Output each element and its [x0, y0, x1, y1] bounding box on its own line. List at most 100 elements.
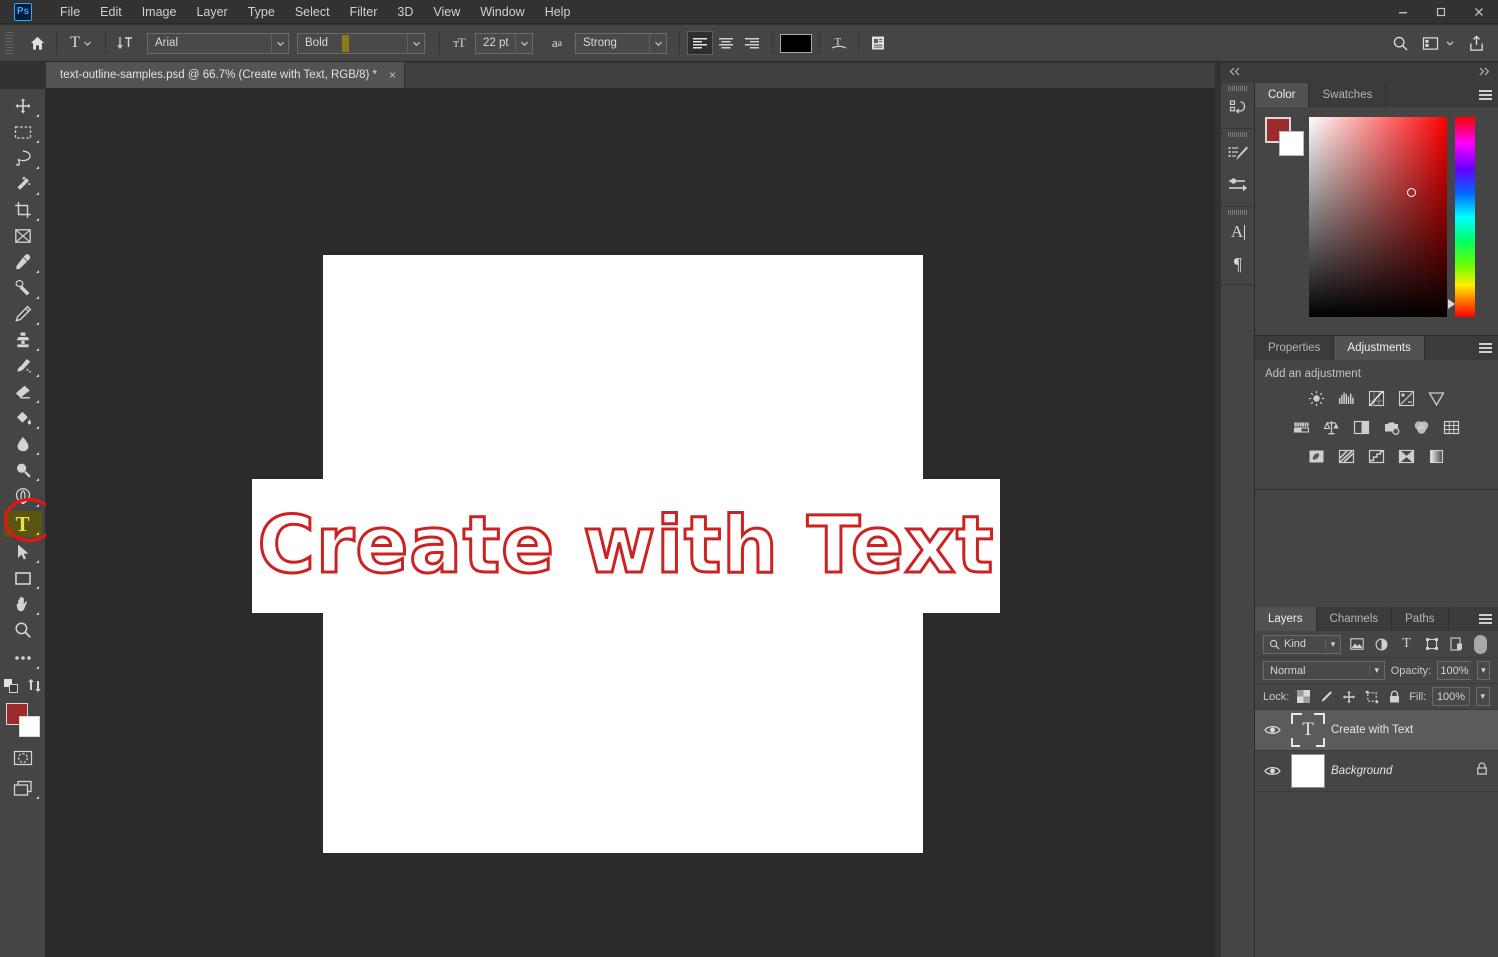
tab-adjustments[interactable]: Adjustments	[1334, 336, 1425, 360]
exposure-icon[interactable]	[1397, 388, 1417, 408]
color-panel-swatch-pair[interactable]	[1265, 117, 1304, 157]
clone-stamp-tool[interactable]	[4, 327, 42, 353]
brightness-contrast-icon[interactable]	[1307, 388, 1327, 408]
canvas-area[interactable]: Create with Text	[46, 89, 1215, 957]
lock-all-icon[interactable]	[1386, 687, 1403, 706]
filter-smart-object-icon[interactable]	[1447, 635, 1466, 654]
layer-visibility-icon[interactable]	[1259, 724, 1285, 736]
hue-slider-handle[interactable]	[1448, 299, 1455, 309]
channel-mixer-icon[interactable]	[1412, 417, 1432, 437]
menu-help[interactable]: Help	[535, 2, 581, 22]
gradient-tool[interactable]	[4, 405, 42, 431]
canvas-text-layer[interactable]: Create with Text	[252, 479, 1000, 613]
default-colors-icon[interactable]	[3, 678, 19, 699]
layer-filter-kind-select[interactable]: Kind ▾	[1263, 634, 1341, 654]
hue-saturation-icon[interactable]	[1292, 417, 1312, 437]
menu-layer[interactable]: Layer	[186, 2, 237, 22]
spot-healing-brush-tool[interactable]	[4, 275, 42, 301]
panel-menu-icon[interactable]	[1472, 83, 1498, 107]
character-panel-icon[interactable]: A	[1221, 216, 1255, 248]
font-size-select[interactable]: 22 pt	[475, 32, 533, 54]
layer-name[interactable]: Create with Text	[1331, 724, 1498, 736]
swap-colors-icon[interactable]	[27, 678, 42, 698]
filter-type-icon[interactable]: T	[1397, 635, 1416, 654]
hue-slider[interactable]	[1448, 117, 1475, 317]
expand-panels-icon[interactable]	[1478, 67, 1490, 79]
menu-view[interactable]: View	[423, 2, 470, 22]
color-balance-icon[interactable]	[1322, 417, 1342, 437]
close-button[interactable]	[1460, 0, 1498, 24]
edit-toolbar-tool[interactable]	[4, 645, 42, 671]
chevron-down-icon[interactable]	[1442, 31, 1458, 55]
eyedropper-tool[interactable]	[4, 249, 42, 275]
tab-swatches[interactable]: Swatches	[1309, 83, 1387, 107]
layer-name[interactable]: Background	[1331, 765, 1470, 777]
invert-icon[interactable]	[1307, 446, 1327, 466]
text-color-swatch[interactable]	[780, 33, 812, 53]
color-lookup-icon[interactable]	[1442, 417, 1462, 437]
brushes-panel-icon[interactable]	[1221, 170, 1255, 202]
gradient-map-icon[interactable]	[1397, 446, 1417, 466]
move-tool[interactable]	[4, 93, 42, 119]
chevron-down-icon[interactable]	[649, 33, 666, 53]
threshold-icon[interactable]	[1367, 446, 1387, 466]
lock-image-icon[interactable]	[1318, 687, 1335, 706]
close-icon[interactable]: ×	[389, 68, 396, 82]
history-panel-icon[interactable]	[1221, 92, 1255, 124]
crop-tool[interactable]	[4, 197, 42, 223]
color-selection-marker[interactable]	[1407, 188, 1416, 197]
levels-icon[interactable]	[1337, 388, 1357, 408]
menu-filter[interactable]: Filter	[340, 2, 388, 22]
paragraph-panel-icon[interactable]: ¶	[1221, 248, 1255, 280]
type-tool[interactable]: T	[3, 511, 42, 537]
filter-pixel-icon[interactable]	[1347, 635, 1366, 654]
character-paragraph-panels-icon[interactable]	[866, 31, 890, 55]
chevron-down-icon[interactable]	[407, 33, 424, 53]
dodge-tool[interactable]	[4, 457, 42, 483]
menu-type[interactable]: Type	[238, 2, 285, 22]
type-tool-preset[interactable]: T	[64, 31, 98, 55]
font-family-select[interactable]: Arial	[147, 32, 289, 54]
posterize-icon[interactable]	[1337, 446, 1357, 466]
brush-settings-panel-icon[interactable]	[1221, 138, 1255, 170]
blur-tool[interactable]	[4, 431, 42, 457]
eraser-tool[interactable]	[4, 379, 42, 405]
lasso-tool[interactable]	[4, 145, 42, 171]
lock-transparency-icon[interactable]	[1295, 687, 1312, 706]
chevron-down-icon[interactable]	[515, 33, 532, 53]
hand-tool[interactable]	[4, 591, 42, 617]
fill-stepper[interactable]: ▾	[1475, 687, 1490, 706]
background-color-swatch[interactable]	[18, 716, 40, 737]
tab-layers[interactable]: Layers	[1255, 607, 1317, 631]
search-icon[interactable]	[1388, 31, 1412, 55]
menu-window[interactable]: Window	[470, 2, 534, 22]
path-selection-tool[interactable]	[4, 539, 42, 565]
document-tab[interactable]: text-outline-samples.psd @ 66.7% (Create…	[46, 62, 405, 88]
lock-artboard-icon[interactable]	[1364, 687, 1381, 706]
options-bar-grip[interactable]	[5, 32, 13, 54]
history-brush-tool[interactable]	[4, 353, 42, 379]
chevron-down-icon[interactable]: ▾	[1325, 638, 1340, 650]
zoom-tool[interactable]	[4, 617, 42, 643]
black-white-icon[interactable]	[1352, 417, 1372, 437]
object-selection-tool[interactable]	[4, 171, 42, 197]
toggle-text-orientation-icon[interactable]	[113, 31, 139, 55]
menu-file[interactable]: File	[50, 2, 90, 22]
layer-filter-toggle[interactable]	[1474, 634, 1487, 654]
menu-edit[interactable]: Edit	[90, 2, 132, 22]
collapse-panels-icon[interactable]	[1229, 67, 1241, 79]
tab-color[interactable]: Color	[1255, 83, 1310, 107]
tab-channels[interactable]: Channels	[1316, 607, 1393, 631]
blend-mode-select[interactable]: Normal ▾	[1263, 661, 1385, 680]
layer-visibility-icon[interactable]	[1259, 765, 1285, 777]
quick-mask-button[interactable]	[4, 745, 42, 771]
font-style-select[interactable]: Bold	[297, 32, 425, 54]
minimize-button[interactable]	[1384, 0, 1422, 24]
fill-field[interactable]: 100%	[1432, 687, 1470, 706]
opacity-field[interactable]: 100%	[1437, 661, 1471, 680]
tab-paths[interactable]: Paths	[1392, 607, 1449, 631]
foreground-background-colors[interactable]	[5, 703, 40, 737]
tab-properties[interactable]: Properties	[1255, 336, 1335, 360]
rectangular-marquee-tool[interactable]	[4, 119, 42, 145]
panel-grip[interactable]	[1227, 132, 1248, 137]
